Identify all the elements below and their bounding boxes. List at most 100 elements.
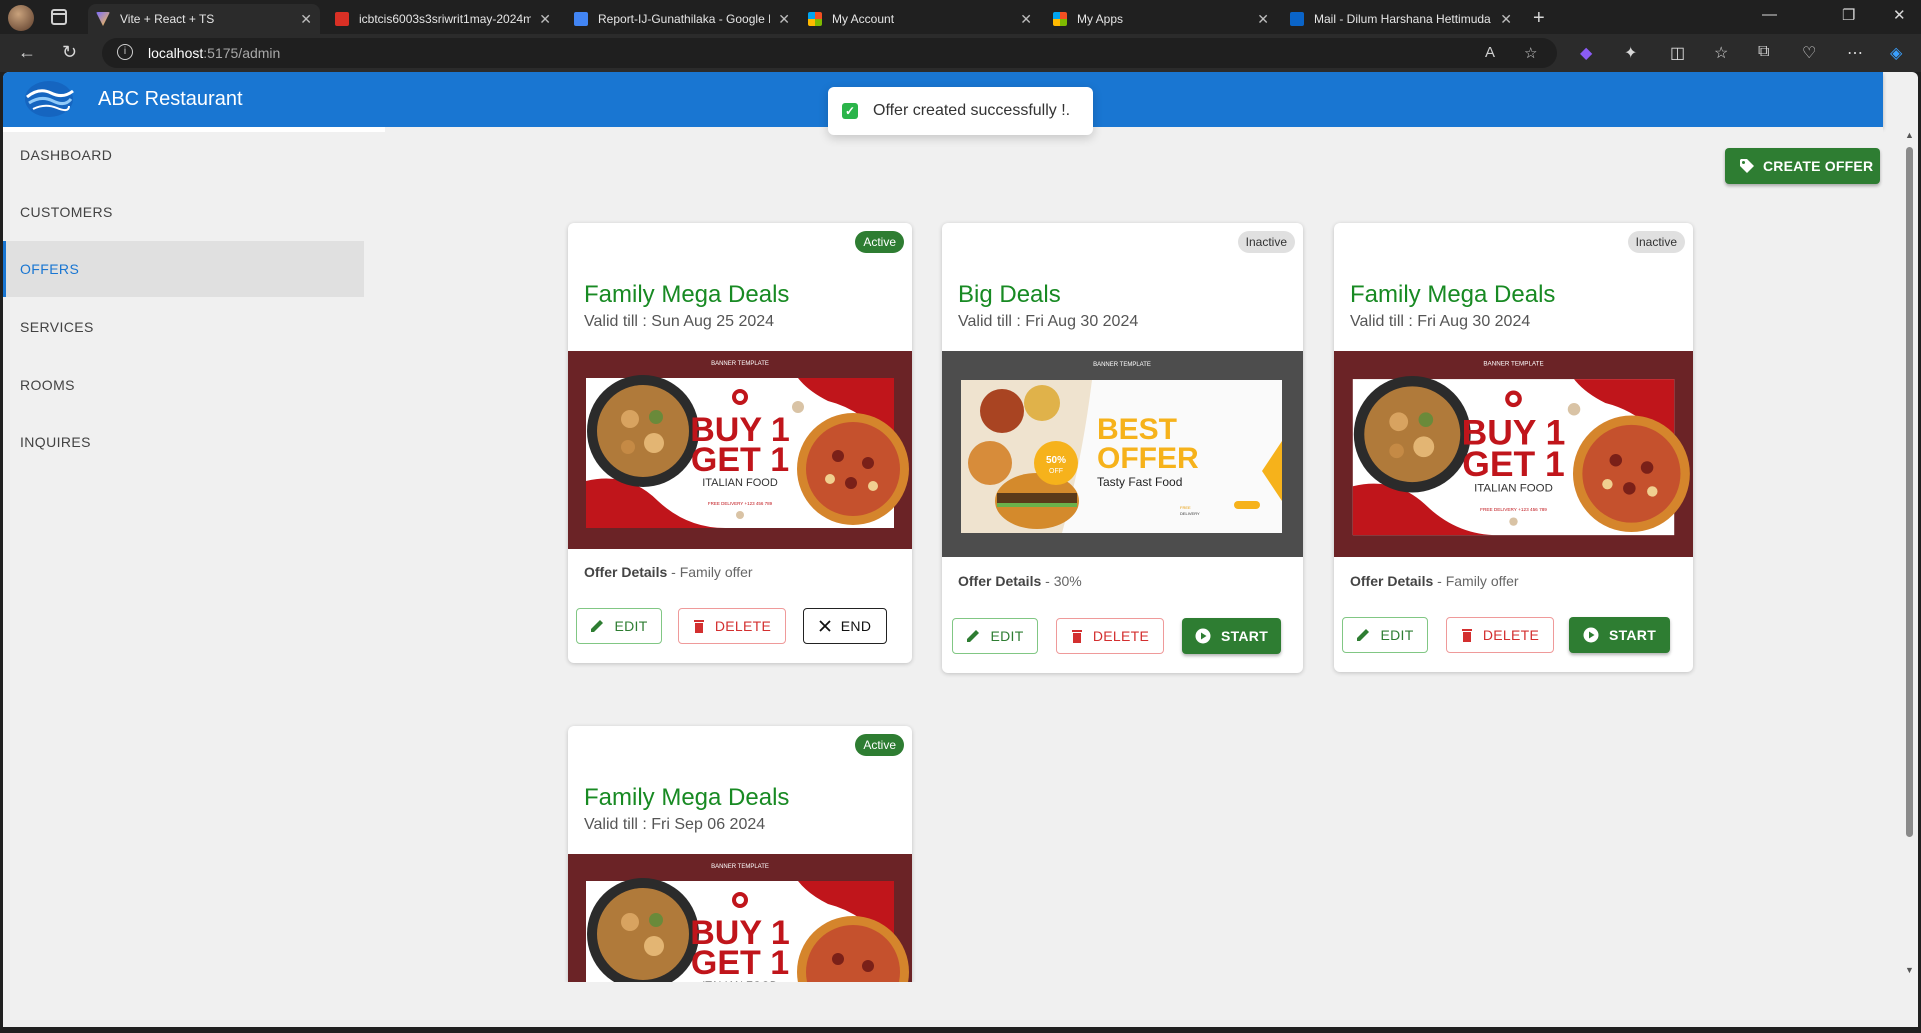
close-icon[interactable]: ✕ (539, 11, 551, 28)
sidebar-item-services[interactable]: SERVICES (3, 299, 364, 355)
minimize-icon[interactable]: — (1762, 6, 1777, 23)
offer-card: Inactive Big Deals Valid till : Fri Aug … (942, 223, 1303, 673)
more-options-icon[interactable]: ⋯ (1847, 43, 1863, 63)
offer-details: Offer Details - 30% (958, 573, 1082, 589)
close-icon[interactable]: ✕ (1257, 11, 1269, 28)
scroll-down-arrow-icon[interactable]: ▼ (1905, 965, 1914, 975)
offer-banner-image: BANNER TEMPLATE 50% OFF BEST OFFER Tasty… (942, 351, 1303, 557)
fast-food-banner: BANNER TEMPLATE 50% OFF BEST OFFER Tasty… (961, 362, 1282, 533)
trash-icon (1461, 628, 1473, 642)
sidebar-item-offers[interactable]: OFFERS (3, 241, 364, 297)
tab-strip: Vite + React + TS ✕ icbtcis6003s3sriwrit… (0, 0, 1921, 34)
window-close-icon[interactable]: ✕ (1893, 6, 1906, 24)
wave-logo-icon (25, 81, 74, 117)
copilot-icon[interactable]: ◈ (1890, 43, 1902, 63)
tab-title: Report-IJ-Gunathilaka - Google D (598, 12, 771, 26)
details-label: Offer Details (584, 564, 668, 580)
banner-header-text: BANNER TEMPLATE (1093, 362, 1151, 368)
offer-valid-till: Valid till : Fri Aug 30 2024 (1350, 313, 1531, 330)
banner-header-text: BANNER TEMPLATE (711, 361, 769, 367)
sidebar-item-dashboard[interactable]: DASHBOARD (3, 127, 364, 183)
trash-icon (693, 619, 705, 633)
play-circle-icon (1195, 628, 1211, 644)
pencil-icon (966, 629, 980, 643)
split-screen-icon[interactable]: ◫ (1670, 43, 1685, 63)
start-button[interactable]: START (1569, 617, 1670, 653)
start-button[interactable]: START (1182, 618, 1281, 654)
back-icon[interactable]: ← (18, 42, 36, 63)
tab-title: icbtcis6003s3sriwrit1may-2024ma (359, 12, 532, 26)
tab-actions-icon[interactable] (51, 9, 67, 25)
address-bar[interactable]: i localhost:5175/admin A ☆ (102, 38, 1557, 68)
close-icon[interactable]: ✕ (300, 11, 312, 28)
edit-button[interactable]: EDIT (952, 618, 1038, 654)
profile-avatar[interactable] (8, 5, 34, 31)
vertical-scrollbar[interactable]: ▲ ▼ (1901, 127, 1918, 982)
new-tab-icon[interactable]: + (1533, 7, 1545, 30)
offer-valid-till: Valid till : Sun Aug 25 2024 (584, 313, 775, 330)
italian-food-banner: BANNER TEMPLATE BUY 1 GET 1 ITALIAN FOOD… (1352, 361, 1690, 536)
browser-tab[interactable]: Vite + React + TS ✕ (88, 4, 320, 34)
create-offer-label: CREATE OFFER (1763, 158, 1874, 174)
site-info-icon[interactable]: i (117, 44, 133, 60)
refresh-icon[interactable]: ↻ (62, 42, 77, 63)
status-badge: Inactive (1237, 231, 1295, 253)
browser-tab[interactable]: My Account ✕ (800, 4, 1040, 34)
start-label: START (1608, 627, 1657, 643)
favorites-icon[interactable]: ☆ (1714, 43, 1728, 63)
details-label: Offer Details (958, 573, 1042, 589)
edit-label: EDIT (990, 628, 1024, 644)
end-label: END (840, 618, 872, 634)
offer-title: Family Mega Deals (584, 784, 790, 811)
outlook-icon (1290, 12, 1304, 26)
browser-toolbar: ← ↻ i localhost:5175/admin A ☆ ◆ ✦ ◫ ☆ ⧉… (0, 34, 1921, 72)
url-text: localhost:5175/admin (148, 45, 280, 61)
play-circle-icon (1583, 627, 1599, 643)
close-icon[interactable]: ✕ (1020, 11, 1032, 28)
end-button[interactable]: END (803, 608, 887, 644)
favorite-star-icon[interactable]: ☆ (1524, 44, 1537, 62)
extension-icon[interactable]: ◆ (1580, 43, 1592, 63)
delete-label: DELETE (714, 618, 772, 634)
checkbox-check-icon: ✓ (842, 103, 858, 119)
tab-title: Mail - Dilum Harshana Hettimuda (1314, 12, 1491, 26)
extensions-puzzle-icon[interactable]: ✦ (1624, 43, 1637, 63)
delete-button[interactable]: DELETE (678, 608, 786, 644)
browser-tab[interactable]: Mail - Dilum Harshana Hettimuda ✕ (1282, 4, 1520, 34)
sidebar-item-customers[interactable]: CUSTOMERS (3, 184, 364, 240)
delete-button[interactable]: DELETE (1056, 618, 1164, 654)
offer-banner-image: BANNER TEMPLATE BUY 1 GET 1 ITALIAN FOOD… (568, 351, 912, 549)
offer-valid-till: Valid till : Fri Sep 06 2024 (584, 816, 766, 833)
vite-icon (96, 12, 110, 26)
delete-button[interactable]: DELETE (1446, 617, 1554, 653)
edit-button[interactable]: EDIT (576, 608, 662, 644)
sidebar-item-rooms[interactable]: ROOMS (3, 357, 364, 413)
app-viewport: ABC Restaurant DASHBOARD CUSTOMERS OFFER… (3, 72, 1918, 1027)
restore-icon[interactable]: ❐ (1842, 6, 1855, 24)
browser-tab[interactable]: My Apps ✕ (1045, 4, 1277, 34)
scroll-up-arrow-icon[interactable]: ▲ (1905, 130, 1914, 140)
collections-icon[interactable]: ⧉ (1758, 43, 1769, 61)
microsoft-icon (808, 12, 822, 26)
offer-banner-image: BANNER TEMPLATE BUY 1 GET 1 ITALIAN FOOD… (1334, 351, 1693, 557)
sidebar-item-inquires[interactable]: INQUIRES (3, 414, 364, 470)
italian-food-banner: BANNER TEMPLATE BUY 1 GET 1 ITALIAN FOOD… (586, 361, 909, 529)
banner-off: OFF (1049, 468, 1063, 475)
offer-banner-image: BANNER TEMPLATE BUY 1 GET 1 ITALIAN FOOD (568, 854, 912, 982)
read-aloud-icon[interactable]: A (1485, 44, 1495, 61)
banner-footer-text: FREE DELIVERY +123 456 789 (708, 501, 773, 506)
tab-title: My Account (832, 12, 895, 26)
create-offer-button[interactable]: CREATE OFFER (1725, 148, 1880, 184)
browser-tab[interactable]: Report-IJ-Gunathilaka - Google D ✕ (566, 4, 798, 34)
browser-essentials-icon[interactable]: ♡ (1802, 43, 1816, 63)
close-icon[interactable]: ✕ (778, 11, 790, 28)
pencil-icon (590, 619, 604, 633)
scroll-thumb[interactable] (1906, 147, 1913, 837)
banner-delivery-text: DELIVERY (1180, 511, 1200, 516)
url-path: :5175/admin (203, 45, 281, 61)
browser-tab[interactable]: icbtcis6003s3sriwrit1may-2024ma ✕ (327, 4, 559, 34)
pencil-icon (1356, 628, 1370, 642)
close-icon[interactable]: ✕ (1500, 11, 1512, 28)
edit-button[interactable]: EDIT (1342, 617, 1428, 653)
status-badge: Active (855, 231, 904, 253)
